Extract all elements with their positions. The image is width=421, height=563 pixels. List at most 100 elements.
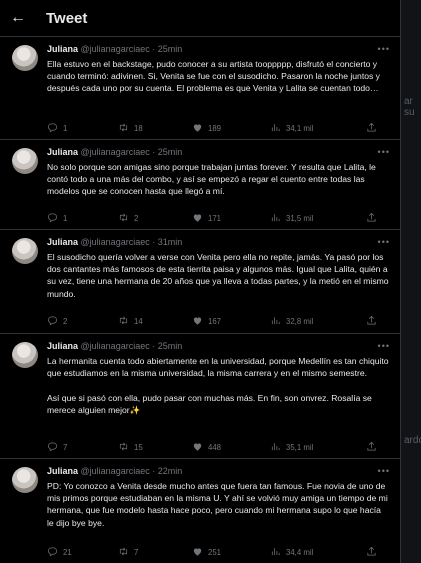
avatar[interactable]: [12, 238, 38, 264]
timestamp[interactable]: 25min: [158, 341, 183, 351]
avatar[interactable]: [12, 45, 38, 71]
author-name[interactable]: Juliana: [47, 147, 78, 157]
reply-count: 1: [63, 213, 68, 223]
reply-icon: [47, 315, 58, 328]
retweet-button[interactable]: 2: [118, 212, 138, 225]
tweet[interactable]: Juliana @julianagarciaec · 22min ••• PD: Y…: [0, 458, 400, 563]
author-handle[interactable]: @julianagarciaec: [81, 147, 150, 157]
avatar[interactable]: [12, 342, 38, 368]
retweet-button[interactable]: 14: [118, 315, 143, 328]
heart-icon: [192, 122, 203, 135]
views-button[interactable]: 32,8 mil: [270, 315, 313, 328]
views-icon: [270, 122, 281, 135]
tweet[interactable]: Juliana @julianagarciaec · 31min ••• El su…: [0, 229, 400, 334]
timestamp[interactable]: 25min: [158, 44, 183, 54]
retweet-count: 15: [134, 442, 143, 452]
author-handle[interactable]: @julianagarciaec: [81, 466, 150, 476]
reply-count: 1: [63, 123, 68, 133]
share-button[interactable]: [366, 315, 377, 328]
reply-count: 7: [63, 442, 68, 452]
like-count: 189: [208, 123, 222, 133]
like-count: 448: [208, 442, 222, 452]
like-count: 171: [208, 213, 222, 223]
heart-icon: [192, 441, 203, 454]
retweet-button[interactable]: 18: [118, 122, 143, 135]
tweet[interactable]: Juliana @julianagarciaec · 25min ••• Ella …: [0, 36, 400, 140]
like-button[interactable]: 171: [192, 212, 221, 225]
views-count: 35,1 mil: [286, 442, 314, 452]
author-name[interactable]: Juliana: [47, 237, 78, 247]
author-handle[interactable]: @julianagarciaec: [81, 341, 150, 351]
like-count: 251: [208, 547, 222, 557]
share-button[interactable]: [366, 212, 377, 225]
tweet-text: El susodicho quería volver a verse con V…: [47, 252, 391, 299]
reply-count: 21: [63, 547, 72, 557]
views-icon: [270, 212, 281, 225]
heart-icon: [192, 546, 203, 559]
avatar[interactable]: [12, 467, 38, 493]
more-options-icon[interactable]: •••: [378, 236, 390, 249]
timestamp[interactable]: 31min: [158, 237, 183, 247]
reply-icon: [47, 122, 58, 135]
views-button[interactable]: 34,4 mil: [270, 546, 313, 559]
tweet[interactable]: Juliana @julianagarciaec · 25min ••• La he…: [0, 333, 400, 459]
retweet-icon: [118, 546, 129, 559]
views-count: 32,8 mil: [286, 316, 314, 326]
like-button[interactable]: 448: [192, 441, 221, 454]
avatar[interactable]: [12, 148, 38, 174]
like-button[interactable]: 251: [192, 546, 221, 559]
tweet-text: PD: Yo conozco a Venita desde mucho ante…: [47, 481, 391, 528]
author-handle[interactable]: @julianagarciaec: [81, 237, 150, 247]
tweet-text: La hermanita cuenta todo abiertamente en…: [47, 356, 389, 415]
retweet-count: 14: [134, 316, 143, 326]
author-name[interactable]: Juliana: [47, 341, 78, 351]
tweet-actions: 1 18 189 34,1 mil: [0, 121, 400, 135]
heart-icon: [192, 315, 203, 328]
like-count: 167: [208, 316, 222, 326]
share-icon: [366, 212, 377, 225]
reply-count: 2: [63, 316, 68, 326]
more-options-icon[interactable]: •••: [378, 43, 390, 56]
reply-button[interactable]: 7: [47, 441, 67, 454]
retweet-count: 2: [134, 213, 139, 223]
author-handle[interactable]: @julianagarciaec: [81, 44, 150, 54]
background-text-fragment: ar su: [404, 96, 415, 118]
reply-icon: [47, 546, 58, 559]
reply-button[interactable]: 1: [47, 122, 67, 135]
tweet[interactable]: Juliana @julianagarciaec · 25min ••• No so…: [0, 139, 400, 230]
more-options-icon[interactable]: •••: [378, 340, 390, 353]
share-icon: [366, 546, 377, 559]
timestamp[interactable]: 22min: [158, 466, 183, 476]
background-text-fragment: ardo: [404, 435, 421, 446]
like-button[interactable]: 189: [192, 122, 221, 135]
share-icon: [366, 122, 377, 135]
retweet-count: 18: [134, 123, 143, 133]
like-button[interactable]: 167: [192, 315, 221, 328]
more-options-icon[interactable]: •••: [378, 146, 390, 159]
share-button[interactable]: [366, 546, 377, 559]
retweet-icon: [118, 441, 129, 454]
author-name[interactable]: Juliana: [47, 466, 78, 476]
tweet-thread-panel: ← Tweet Juliana @julianagarciaec · 25min…: [0, 0, 401, 563]
page-title: Tweet: [46, 9, 88, 27]
tweet-text: Ella estuvo en el backstage, pudo conoce…: [47, 59, 383, 94]
heart-icon: [192, 212, 203, 225]
share-button[interactable]: [366, 441, 377, 454]
tweet-actions: 21 7 251 34,4 mil: [0, 545, 400, 559]
tweet-actions: 7 15 448 35,1 mil: [0, 440, 400, 454]
views-count: 31,5 mil: [286, 213, 314, 223]
views-button[interactable]: 31,5 mil: [270, 212, 313, 225]
back-arrow-icon[interactable]: ←: [10, 9, 46, 27]
retweet-button[interactable]: 7: [118, 546, 138, 559]
reply-button[interactable]: 21: [47, 546, 72, 559]
timestamp[interactable]: 25min: [158, 147, 183, 157]
share-button[interactable]: [366, 122, 377, 135]
author-name[interactable]: Juliana: [47, 44, 78, 54]
retweet-button[interactable]: 15: [118, 441, 143, 454]
reply-icon: [47, 212, 58, 225]
views-button[interactable]: 34,1 mil: [270, 122, 313, 135]
reply-button[interactable]: 1: [47, 212, 67, 225]
views-button[interactable]: 35,1 mil: [270, 441, 313, 454]
more-options-icon[interactable]: •••: [378, 465, 390, 478]
reply-button[interactable]: 2: [47, 315, 67, 328]
